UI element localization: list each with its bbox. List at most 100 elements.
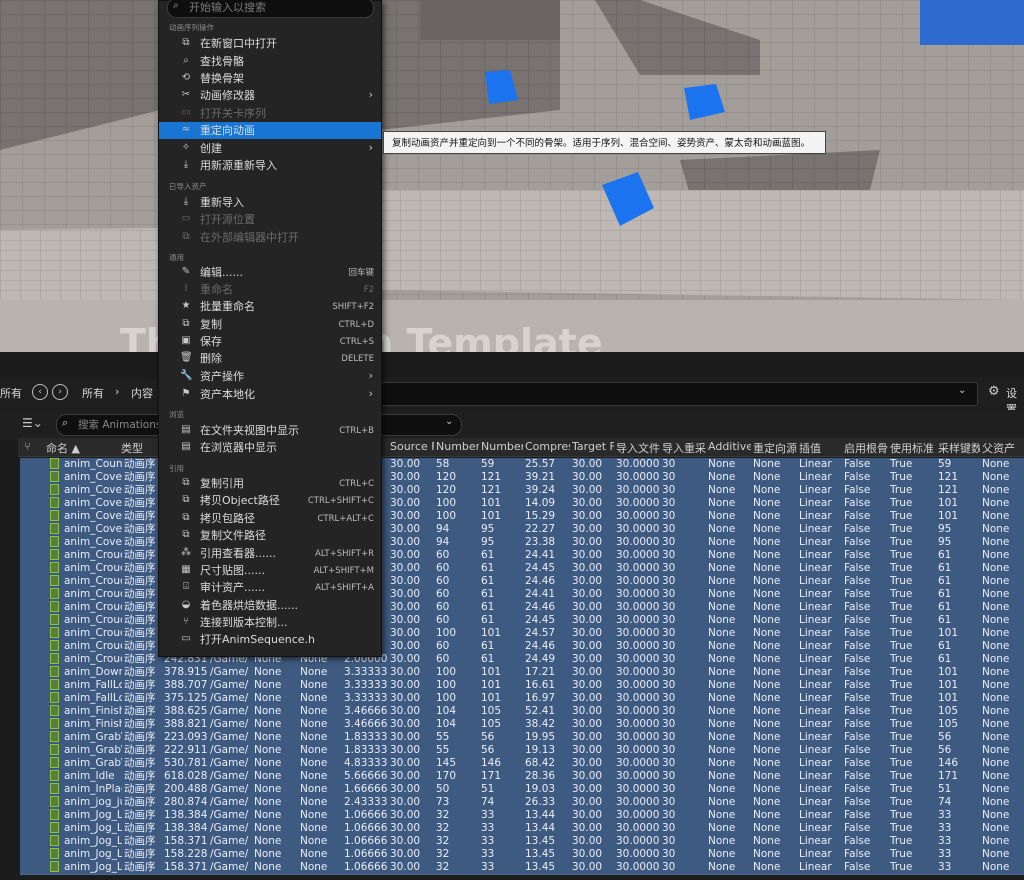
- menu-item-replace-skeleton[interactable]: ⟲ 替换骨架: [159, 70, 381, 87]
- cell-src: 30.00: [390, 627, 421, 639]
- column-header-13[interactable]: Additive: [708, 440, 751, 453]
- table-row[interactable]: anim_jog_ju 动画序 280.874/Game/None None 2.433…: [20, 796, 1024, 810]
- cell-name: anim_InPlac: [64, 783, 122, 795]
- menu-item-batch-rename[interactable]: ★ 批量重命名 SHIFT+F2: [159, 298, 381, 315]
- table-row[interactable]: anim_FallLc 动画序 375.125/Game/None None 3.333…: [20, 692, 1024, 706]
- menu-item-duplicate[interactable]: ⧉ 复制 CTRL+D: [159, 316, 381, 333]
- cell-path: /Game/: [210, 731, 249, 743]
- menu-item-reference-viewer[interactable]: ⁂ 引用查看器...... ALT+SHIFT+R: [159, 545, 381, 562]
- path-dropdown-icon[interactable]: ⌄: [958, 385, 966, 396]
- cell-root: False: [844, 536, 871, 548]
- cell-imp: 30.0000: [616, 796, 660, 808]
- table-row[interactable]: anim_Finish 动画序 388.821/Game/None None 3.466…: [20, 718, 1024, 732]
- menu-item-anim-modifiers[interactable]: ✂ 动画修改器 ›: [159, 87, 381, 104]
- table-row[interactable]: anim_Jog_L 动画序 158.228/Game/None None 1.0666…: [20, 848, 1024, 862]
- menu-item-delete[interactable]: 🗑 删除 DELETE: [159, 350, 381, 367]
- menu-item-edit[interactable]: ✎ 编辑...... 回车键: [159, 264, 381, 281]
- menu-item-open-external-editor[interactable]: ⧉ 在外部编辑器中打开: [159, 229, 381, 246]
- menu-item-connect-source-control[interactable]: ⑂ 连接到版本控制...: [159, 614, 381, 631]
- cell-src: 30.00: [390, 757, 421, 769]
- menu-item-asset-actions[interactable]: 🔧 资产操作 ›: [159, 368, 381, 385]
- table-row[interactable]: anim_Finish 动画序 388.625/Game/None None 3.466…: [20, 705, 1024, 719]
- column-header-6[interactable]: Source F: [390, 440, 434, 453]
- menu-item-copy-reference[interactable]: ⧉ 复制引用 CTRL+C: [159, 475, 381, 492]
- column-header-12[interactable]: 导入重采: [662, 440, 706, 456]
- menu-item-label: 创建: [200, 142, 222, 155]
- cell-n2: 51: [481, 783, 495, 795]
- cell-ret: None: [753, 692, 781, 704]
- column-header-9[interactable]: Compres: [525, 440, 570, 453]
- column-header-17[interactable]: 使用标准: [890, 440, 936, 456]
- cell-res: 30: [662, 523, 676, 535]
- forward-icon[interactable]: ›: [52, 384, 68, 400]
- menu-item-create[interactable]: ✧ 创建 ›: [159, 140, 381, 157]
- cell-n1: 55: [436, 731, 450, 743]
- cell-add: None: [708, 679, 736, 691]
- table-row[interactable]: anim_Down 动画序 378.915/Game/None None 3.33333…: [20, 666, 1024, 680]
- menu-item-open-header[interactable]: ▭ 打开AnimSequence.h: [159, 631, 381, 648]
- cell-len: 1.06666: [344, 835, 388, 847]
- menu-item-retarget-anim[interactable]: ≈ 重定向动画: [159, 122, 381, 139]
- menu-item-find-skeleton[interactable]: ⌕ 查找骨骼: [159, 53, 381, 70]
- table-row[interactable]: anim_Jog_L 动画序 158.371/Game/None None 1.0666…: [20, 835, 1024, 849]
- back-icon[interactable]: ‹: [32, 384, 48, 400]
- table-row[interactable]: anim_FallLc 动画序 388.707/Game/None None 3.333…: [20, 679, 1024, 693]
- cell-root: False: [844, 510, 871, 522]
- menu-item-reimport[interactable]: ⤓ 重新导入: [159, 194, 381, 211]
- menu-item-open-new-window[interactable]: ⧉ 在新窗口中打开: [159, 35, 381, 52]
- table-row[interactable]: anim_Idle 动画序 618.028/Game/None None 5.66666…: [20, 770, 1024, 784]
- menu-item-reimport-new-source[interactable]: ⤓ 用新源重新导入: [159, 157, 381, 174]
- column-header-16[interactable]: 启用根骨: [844, 440, 888, 456]
- cell-n2: 33: [481, 809, 495, 821]
- table-row[interactable]: anim_Grab\ 动画序 222.911/Game/None None 1.8333…: [20, 744, 1024, 758]
- search-dropdown-icon[interactable]: ⌄: [445, 416, 453, 427]
- table-row[interactable]: anim_InPlac 动画序 200.488/Game/None None 1.666…: [20, 783, 1024, 797]
- cell-n2: 61: [481, 575, 495, 587]
- column-header-19[interactable]: 父资产: [982, 440, 1022, 456]
- cell-imp: 30.0000: [616, 744, 660, 756]
- menu-item-copy-object-path[interactable]: ⧉ 拷贝Object路径 CTRL+SHIFT+C: [159, 492, 381, 509]
- filter-icon[interactable]: ☰⌄: [22, 416, 43, 430]
- menu-item-copy-package-path[interactable]: ⧉ 拷贝包路径 CTRL+ALT+C: [159, 510, 381, 527]
- gear-icon[interactable]: ⚙: [988, 384, 1000, 399]
- table-row[interactable]: anim_Grab\ 动画序 530.781/Game/None None 4.8333…: [20, 757, 1024, 771]
- cell-tgt: 30.00: [572, 666, 603, 678]
- retarget-tooltip: 复制动画资产并重定向到一个不同的骨架。适用于序列、混合空间、姿势资产、蒙太奇和动…: [383, 131, 826, 154]
- column-header-0[interactable]: 命名 ▲: [46, 440, 119, 456]
- menu-item-size-map[interactable]: ▦ 尺寸贴图...... ALT+SHIFT+M: [159, 562, 381, 579]
- cell-len: 1.06666: [344, 861, 388, 873]
- menu-item-show-in-folder[interactable]: ▤ 在文件夹视图中显示 CTRL+B: [159, 422, 381, 439]
- menu-item-shader-cook-stats[interactable]: ◒ 着色器烘焙数据......: [159, 597, 381, 614]
- menu-item-open-level-sequence[interactable]: ▭ 打开关卡序列: [159, 105, 381, 122]
- breadcrumb-all-left[interactable]: 所有: [0, 385, 22, 401]
- menu-item-label: 引用查看器......: [200, 547, 276, 560]
- menu-item-rename[interactable]: I 重命名 F2: [159, 281, 381, 298]
- menu-item-label: 连接到版本控制...: [200, 616, 288, 629]
- column-header-10[interactable]: Target F: [572, 440, 614, 453]
- menu-item-copy-file-path[interactable]: ⧉ 复制文件路径: [159, 527, 381, 544]
- menu-item-asset-localization[interactable]: ⚑ 资产本地化 ›: [159, 386, 381, 403]
- cell-type: 动画序: [124, 640, 156, 652]
- cell-n1: 32: [436, 822, 450, 834]
- level-viewport[interactable]: Third Person Template: [0, 0, 1024, 352]
- column-header-7[interactable]: Number: [436, 440, 479, 453]
- column-header-11[interactable]: 导入文件: [616, 440, 660, 456]
- menu-item-audit-assets[interactable]: ⌹ 审计资产...... ALT+SHIFT+A: [159, 579, 381, 596]
- column-header-14[interactable]: 重定向源: [753, 440, 797, 456]
- path-field[interactable]: [376, 382, 978, 406]
- menu-item-show-in-explorer[interactable]: ▤ 在浏览器中显示: [159, 439, 381, 456]
- breadcrumb-content[interactable]: 内容: [131, 385, 153, 401]
- table-row[interactable]: anim_Jog_L 动画序 158.371/Game/None None 1.0666…: [20, 861, 1024, 875]
- column-header-8[interactable]: Number: [481, 440, 523, 453]
- table-row[interactable]: anim_Jog_L 动画序 138.384/Game/None None 1.0666…: [20, 822, 1024, 836]
- cell-imp: 30.0000: [616, 575, 660, 587]
- column-header-15[interactable]: 插值: [799, 440, 842, 456]
- menu-item-save[interactable]: ▣ 保存 CTRL+S: [159, 333, 381, 350]
- menu-item-open-source-location[interactable]: ▭ 打开源位置: [159, 211, 381, 228]
- column-header-18[interactable]: 采样键数: [938, 440, 980, 456]
- breadcrumb-root[interactable]: 所有: [82, 385, 104, 401]
- cell-type: 动画序: [124, 497, 156, 509]
- table-row[interactable]: anim_Jog_L 动画序 138.384/Game/None None 1.0666…: [20, 809, 1024, 823]
- table-row[interactable]: anim_Grab\ 动画序 223.093/Game/None None 1.8333…: [20, 731, 1024, 745]
- cell-keys: 95: [938, 523, 952, 535]
